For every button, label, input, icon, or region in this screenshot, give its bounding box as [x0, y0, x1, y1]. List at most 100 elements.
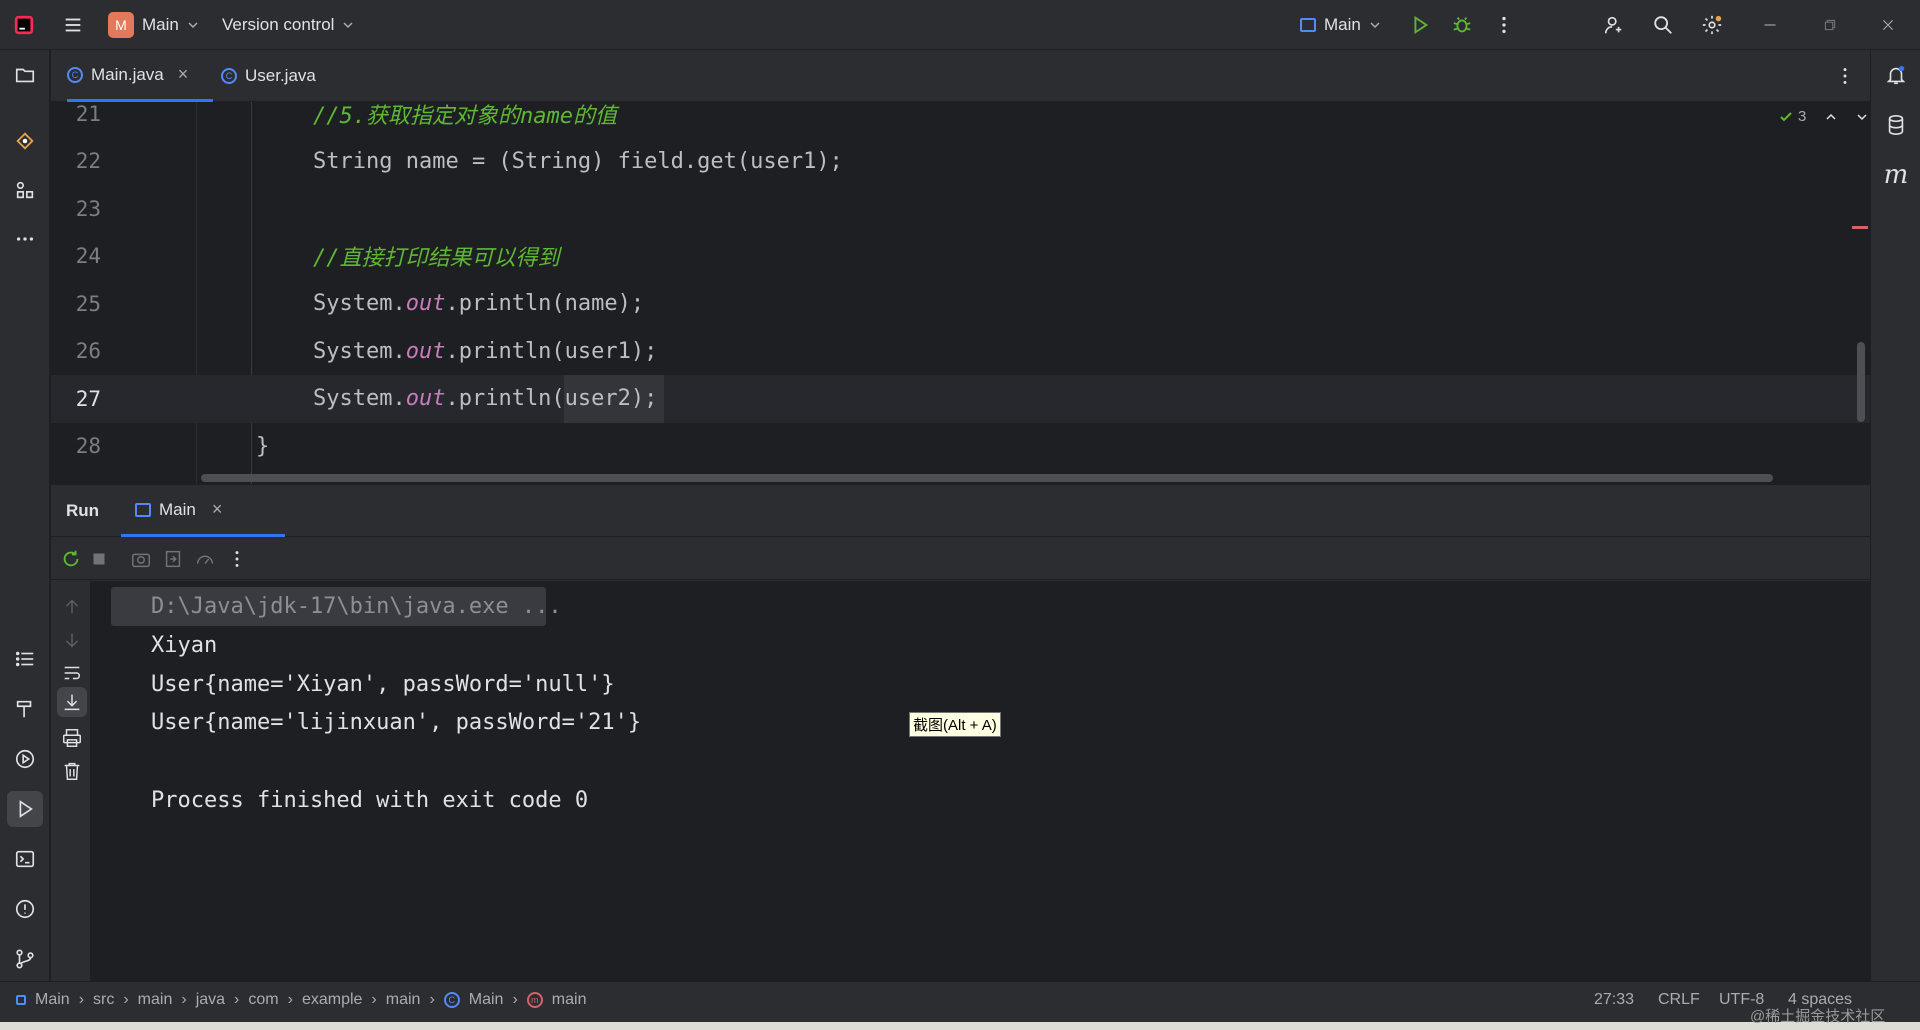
console-line: Process finished with exit code 0 — [151, 788, 589, 813]
print-icon[interactable] — [54, 720, 90, 756]
console-line: D:\Java\jdk-17\bin\java.exe ... — [151, 594, 562, 619]
inspection-widget[interactable]: 3 — [1779, 108, 1868, 125]
method-icon: m — [526, 992, 543, 1008]
chevron-down-icon — [1370, 22, 1380, 29]
project-badge: M — [108, 12, 134, 38]
scroll-to-end-icon[interactable] — [57, 687, 87, 717]
restore-icon[interactable] — [1812, 7, 1848, 43]
chevron-up-icon[interactable] — [1825, 111, 1837, 123]
code-line: 28 } — [75, 433, 270, 459]
breadcrumb: Main › src › main › java › com › example… — [16, 982, 586, 1018]
class-icon: C — [67, 66, 83, 83]
run-title: Run — [66, 501, 100, 520]
code-line: 23 — [75, 196, 101, 221]
code-line: 21 //5.获取指定对象的name的值 — [75, 102, 617, 129]
title-bar: M Main Version control Main — [0, 0, 1920, 50]
screenshot-tooltip: 截图(Alt + A) — [909, 712, 1001, 737]
breadcrumb-item[interactable]: main — [386, 991, 421, 1009]
minimize-icon[interactable] — [1752, 7, 1788, 43]
services-icon[interactable] — [7, 741, 43, 777]
chevron-right-icon: › — [123, 991, 129, 1008]
chevron-right-icon: › — [429, 991, 435, 1008]
settings-gear-icon[interactable] — [1694, 7, 1730, 43]
commit-icon[interactable] — [7, 123, 43, 159]
breadcrumb-item[interactable]: Main — [35, 991, 70, 1009]
console-side-toolbar — [51, 581, 91, 981]
screenshot-icon[interactable] — [123, 541, 159, 577]
vertical-scrollbar[interactable] — [1857, 342, 1865, 422]
vcs-widget[interactable]: Version control — [222, 11, 354, 39]
more-actions-icon[interactable] — [1486, 7, 1522, 43]
tab-user-java[interactable]: C User.java — [221, 50, 341, 102]
more-tools-icon[interactable] — [7, 221, 43, 257]
console-line: User{name='lijinxuan', passWord='21'} — [151, 710, 642, 735]
problems-icon[interactable] — [7, 891, 43, 927]
more-actions-icon[interactable] — [219, 541, 255, 577]
code-line: 22 String name = (String) field.get(user… — [75, 148, 843, 174]
breadcrumb-item[interactable]: com — [248, 991, 278, 1009]
tab-main-java[interactable]: C Main.java × — [67, 50, 213, 102]
console-line: Xiyan — [151, 633, 218, 658]
scroll-down-icon[interactable] — [54, 622, 90, 658]
app-config-icon — [135, 502, 151, 517]
soft-wrap-icon[interactable] — [54, 655, 90, 691]
intellij-logo-icon[interactable] — [6, 7, 42, 43]
todo-list-icon[interactable] — [7, 641, 43, 677]
app-config-icon — [1300, 18, 1316, 32]
horizontal-scrollbar[interactable] — [201, 474, 1773, 482]
vcs-label: Version control — [222, 15, 335, 34]
git-branch-icon[interactable] — [7, 941, 43, 977]
maven-icon[interactable]: m — [1878, 157, 1914, 193]
notifications-bell-icon[interactable] — [1878, 57, 1914, 93]
breadcrumb-item[interactable]: java — [196, 991, 225, 1009]
run-tool-icon[interactable] — [7, 791, 43, 827]
close-tab-icon[interactable]: × — [178, 64, 189, 85]
project-widget[interactable]: M Main — [108, 11, 199, 39]
database-icon[interactable] — [1878, 107, 1914, 143]
current-code-line: 27 System.out.println(user2); — [51, 375, 1870, 423]
terminal-icon[interactable] — [7, 841, 43, 877]
run-config-widget[interactable]: Main — [1300, 11, 1381, 39]
build-hammer-icon[interactable] — [7, 691, 43, 727]
search-icon[interactable] — [1645, 7, 1681, 43]
console-output[interactable]: D:\Java\jdk-17\bin\java.exe ... Xiyan Us… — [91, 581, 1870, 981]
caret-position[interactable]: 27:33 — [1594, 982, 1634, 1018]
breadcrumb-item[interactable]: main — [552, 991, 587, 1009]
structure-icon[interactable] — [7, 172, 43, 208]
restore-layout-icon[interactable] — [155, 541, 191, 577]
breadcrumb-item[interactable]: src — [93, 991, 114, 1009]
code-with-me-icon[interactable] — [1596, 7, 1632, 43]
tab-label: User.java — [245, 66, 316, 85]
tab-options-icon[interactable] — [1827, 58, 1863, 94]
code-line: 25 System.out.println(name); — [75, 291, 645, 317]
status-bar: Main › src › main › java › com › example… — [0, 981, 1920, 1030]
chevron-down-icon — [343, 22, 353, 29]
right-tool-bar: m — [1870, 50, 1920, 981]
trash-icon[interactable] — [54, 753, 90, 789]
inspection-count: 3 — [1798, 108, 1807, 125]
line-separator[interactable]: CRLF — [1658, 982, 1700, 1018]
tab-run-main[interactable]: Main × — [121, 485, 285, 537]
project-folder-icon[interactable] — [7, 57, 43, 93]
main-menu-icon[interactable] — [55, 7, 91, 43]
module-icon — [16, 995, 26, 1005]
debug-button[interactable] — [1444, 7, 1480, 43]
close-tab-icon[interactable]: × — [212, 499, 223, 520]
run-button[interactable] — [1402, 7, 1438, 43]
profiler-icon[interactable] — [187, 541, 223, 577]
code-line: 24 //直接打印结果可以得到 — [75, 244, 560, 272]
chevron-down-icon[interactable] — [1856, 111, 1868, 123]
chevron-right-icon: › — [287, 991, 293, 1008]
breadcrumb-item[interactable]: Main — [469, 991, 504, 1009]
scroll-up-icon[interactable] — [54, 589, 90, 625]
class-icon: C — [443, 992, 460, 1008]
code-editor[interactable]: 21 //5.获取指定对象的name的值 22 String name = (S… — [51, 102, 1870, 484]
breadcrumb-item[interactable]: main — [138, 991, 173, 1009]
chevron-right-icon: › — [78, 991, 85, 1008]
close-window-icon[interactable] — [1870, 7, 1906, 43]
breadcrumb-item[interactable]: example — [302, 991, 362, 1009]
chevron-right-icon: › — [371, 991, 377, 1008]
editor-tabs: C Main.java × C User.java — [51, 50, 1870, 102]
stop-icon[interactable] — [81, 541, 117, 577]
class-icon: C — [221, 68, 237, 84]
